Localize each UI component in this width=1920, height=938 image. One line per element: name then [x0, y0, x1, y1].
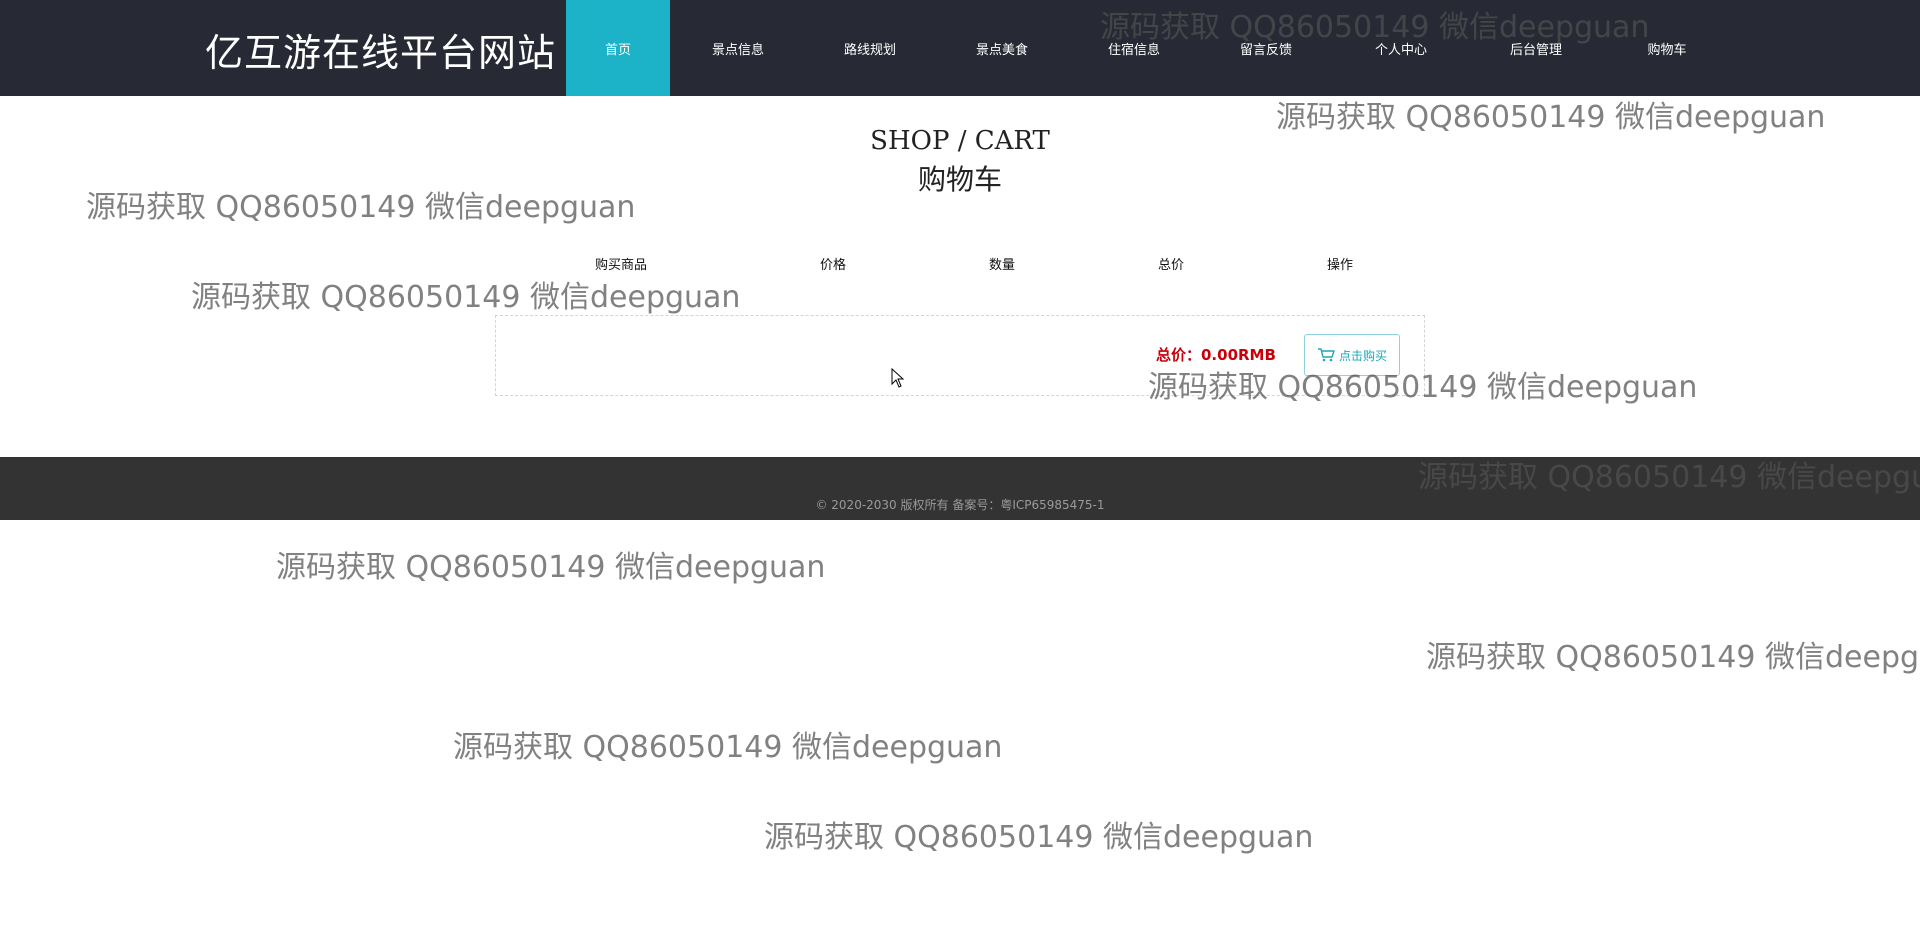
watermark-text: 源码获取 QQ86050149 微信deepguan: [276, 550, 826, 585]
column-header-subtotal: 总价: [1157, 258, 1184, 273]
column-header-action: 操作: [1326, 258, 1353, 273]
site-header: 亿互游在线平台网站 首页 景点信息 路线规划 景点美食 住宿信息 留言反馈 个人…: [0, 0, 1920, 96]
nav-item-home[interactable]: 首页: [566, 0, 670, 96]
page: 亿互游在线平台网站 首页 景点信息 路线规划 景点美食 住宿信息 留言反馈 个人…: [0, 0, 1920, 938]
footer-copyright: © 2020-2030 版权所有 备案号：粤ICP65985475-1: [815, 498, 1105, 512]
nav-item-food[interactable]: 景点美食: [934, 0, 1070, 96]
column-header-quantity: 数量: [988, 258, 1015, 273]
watermark-text: 源码获取 QQ86050149 微信deepguan: [1426, 640, 1920, 675]
nav-item-attractions[interactable]: 景点信息: [670, 0, 806, 96]
watermark-text: 源码获取 QQ86050149 微信deepguan: [453, 730, 1003, 765]
watermark-text: 源码获取 QQ86050149 微信deepguan: [191, 280, 741, 315]
main-nav: 首页 景点信息 路线规划 景点美食 住宿信息 留言反馈 个人中心 后台管理 购物…: [566, 0, 1730, 96]
cart-total-price: 总价：0.00RMB: [1156, 346, 1276, 364]
nav-item-routes[interactable]: 路线规划: [806, 0, 934, 96]
watermark-text: 源码获取 QQ86050149 微信deepguan: [764, 820, 1314, 855]
nav-item-cart[interactable]: 购物车: [1604, 0, 1730, 96]
shopping-cart-icon: [1317, 348, 1335, 362]
nav-item-profile[interactable]: 个人中心: [1334, 0, 1468, 96]
cart-title-en: SHOP / CART: [870, 126, 1050, 156]
cart-summary-box: [495, 315, 1425, 396]
nav-item-lodging[interactable]: 住宿信息: [1070, 0, 1198, 96]
buy-button-label: 点击购买: [1338, 348, 1387, 363]
nav-item-feedback[interactable]: 留言反馈: [1198, 0, 1334, 96]
site-title: 亿互游在线平台网站: [205, 31, 557, 75]
column-header-product: 购买商品: [594, 258, 647, 273]
column-header-price: 价格: [819, 258, 846, 273]
cart-table-header: 购买商品 价格 数量 总价 操作: [0, 254, 1920, 274]
buy-button[interactable]: 点击购买: [1304, 334, 1400, 376]
mouse-cursor-icon: [891, 368, 905, 388]
cart-title-zh: 购物车: [917, 163, 1002, 196]
nav-item-admin[interactable]: 后台管理: [1468, 0, 1604, 96]
